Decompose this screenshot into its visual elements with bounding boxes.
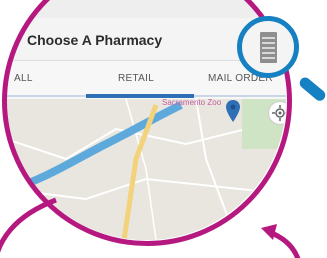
magnifier-lens: [237, 16, 299, 78]
magnifying-glass-icon: [237, 16, 327, 106]
tab-retail[interactable]: RETAIL: [118, 73, 154, 84]
secondary-lens-arc: [0, 197, 57, 253]
hamburger-menu-icon[interactable]: [260, 32, 277, 63]
magnifier-handle: [297, 75, 327, 103]
curved-arrow-icon: [261, 224, 301, 258]
tab-all[interactable]: ALL: [14, 73, 33, 84]
page-title: Choose A Pharmacy: [27, 32, 163, 48]
map-place-label: Sacramento Zoo: [162, 98, 222, 107]
tutorial-illustration: Choose A Pharmacy ALL RETAIL MAIL ORDER …: [0, 0, 327, 258]
